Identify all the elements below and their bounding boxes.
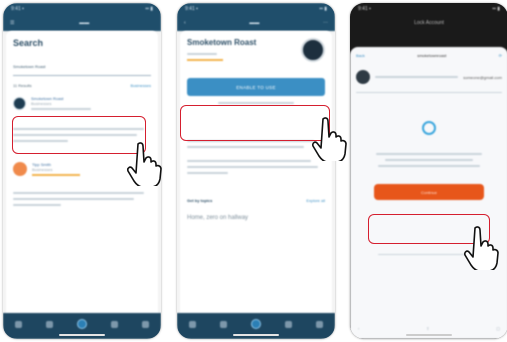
results-header: 11 Results Businesses (13, 83, 151, 88)
sheet-header: Back smoketownroast ⟳ (356, 53, 502, 58)
nav-bar: ☰ ▬▬ (3, 15, 161, 31)
page-title: Search (13, 38, 44, 48)
pointer-hand-icon (312, 117, 347, 161)
tab-inbox[interactable] (285, 320, 292, 328)
section-title: Get by topics (187, 198, 213, 203)
result-meta: Businesses (31, 101, 52, 106)
continue-button-label: Continue (420, 189, 437, 195)
back-button[interactable]: Back (356, 53, 365, 58)
business-name: Smoketown Roast (187, 38, 257, 47)
tab-home[interactable] (189, 320, 196, 328)
avatar (13, 162, 27, 176)
section-heading: Home, zero on hallway (187, 215, 249, 221)
browser-toolbar: ‹ ⇪ ▢ (358, 326, 500, 331)
results-count: 11 Results (13, 83, 32, 88)
nav-bar: Lock Account (350, 15, 507, 31)
status-bar: 9:41 ▪ ▪▪ ▮ (185, 6, 327, 12)
rating-bar (32, 174, 80, 176)
phone-profile-screen: 9:41 ▪ ▪▪ ▮ ‹ ▬▬ ⋯ Smoketown Roast ENABLE T… (177, 3, 335, 339)
account-email: someone@gmail.com (463, 74, 502, 80)
auth-sheet: Back smoketownroast ⟳ someone@gmail.com … (350, 47, 507, 339)
nav-bar: ‹ ▬▬ ⋯ (177, 15, 335, 31)
home-indicator (233, 334, 279, 336)
enable-button[interactable]: ENABLE TO USE (187, 78, 325, 96)
sheet-title: Lock Account (414, 20, 444, 26)
logo-icon: ▬▬ (249, 20, 260, 26)
account-name: smoketownroast (417, 53, 447, 58)
avatar (356, 70, 370, 84)
continue-button[interactable]: Continue (374, 184, 484, 200)
search-query: Smoketown Roast (13, 64, 46, 69)
profile-header: Smoketown Roast (187, 38, 325, 62)
share-icon[interactable]: ⇪ (426, 326, 429, 331)
home-indicator (59, 334, 105, 336)
shield-icon (422, 121, 436, 135)
pointer-hand-icon (464, 226, 499, 270)
tab-profile[interactable] (316, 320, 323, 328)
refresh-icon[interactable]: ⟳ (499, 53, 502, 58)
tab-scan[interactable] (251, 319, 261, 329)
account-row: someone@gmail.com (356, 70, 502, 84)
status-bar: 9:41 ▪ ▪▪ ▮ (358, 6, 500, 12)
tab-profile[interactable] (142, 320, 149, 328)
tab-explore[interactable] (46, 320, 53, 328)
menu-icon[interactable]: ☰ (10, 20, 14, 26)
rating-bar (187, 59, 223, 61)
avatar (13, 96, 26, 110)
home-indicator (406, 334, 452, 336)
tabs-icon[interactable]: ▢ (496, 326, 500, 331)
search-input[interactable]: Smoketown Roast (13, 55, 151, 76)
filter-dropdown[interactable]: Businesses (131, 83, 151, 88)
share-icon[interactable]: ⋯ (323, 20, 328, 26)
tab-scan[interactable] (77, 319, 87, 329)
enable-button-label: ENABLE TO USE (236, 84, 276, 90)
top-bar: 9:41 ▪ ▪▪ ▮ ☰ ▬▬ (3, 3, 161, 31)
tab-home[interactable] (15, 320, 22, 328)
section-link[interactable]: Explore all (306, 198, 325, 203)
status-bar: 9:41 ▪ ▪▪ ▮ (11, 6, 153, 12)
avatar (301, 38, 325, 62)
logo-icon: ▬▬ (79, 20, 90, 26)
description-text (356, 153, 502, 167)
phone-auth-screen: 9:41 ▪ ▪▪ ▮ Lock Account Back smoketownro… (350, 3, 507, 339)
pointer-hand-icon (127, 142, 162, 186)
description-text (187, 140, 325, 174)
tab-explore[interactable] (220, 320, 227, 328)
top-bar: 9:41 ▪ ▪▪ ▮ ‹ ▬▬ ⋯ (177, 3, 335, 31)
profile-content: Smoketown Roast ENABLE TO USE Get by top… (180, 31, 332, 331)
divider (31, 108, 91, 110)
back-arrow-icon[interactable]: ‹ (358, 326, 359, 331)
list-item[interactable]: Smoketown Roast Businesses (13, 96, 151, 110)
highlight-enable-button (180, 105, 330, 141)
section-header: Get by topics Explore all (187, 198, 325, 203)
description-text (13, 192, 151, 206)
top-bar: 9:41 ▪ ▪▪ ▮ Lock Account (350, 3, 507, 31)
tab-inbox[interactable] (111, 320, 118, 328)
back-icon[interactable]: ‹ (184, 20, 186, 26)
